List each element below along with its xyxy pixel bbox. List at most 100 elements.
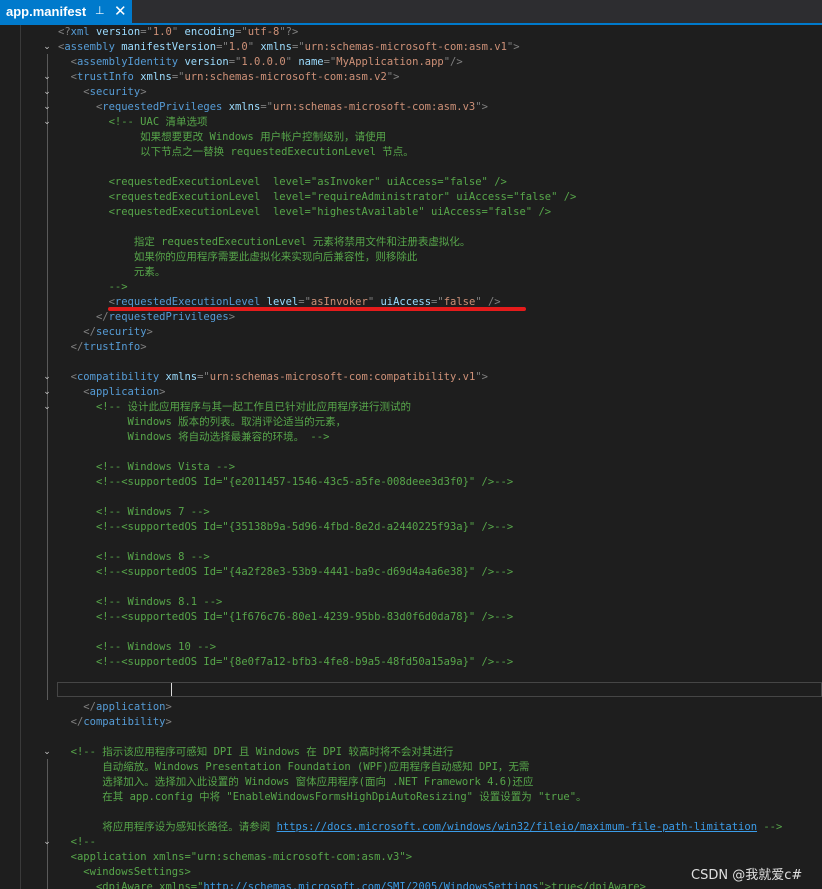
code-token: <!--<supportedOS Id="{8e0f7a12-bfb3-4fe8… bbox=[95, 656, 514, 668]
tab-app-manifest[interactable]: app.manifest ⊥ ✕ bbox=[0, 0, 132, 23]
code-line[interactable] bbox=[0, 220, 822, 235]
code-token: > bbox=[140, 341, 147, 353]
code-token: =" bbox=[197, 371, 210, 383]
code-line[interactable] bbox=[0, 730, 822, 745]
code-token: 选择加入。选择加入此设置的 Windows 窗体应用程序(面向 .NET Fra… bbox=[58, 776, 534, 788]
code-token: <!-- Windows Vista --> bbox=[95, 461, 236, 473]
code-line-text: 如果想要更改 Windows 用户帐户控制级别，请使用 bbox=[58, 130, 386, 145]
code-line[interactable] bbox=[0, 535, 822, 550]
code-editor[interactable]: <?xml version="1.0" encoding="utf-8"?> ⌄ <… bbox=[0, 25, 822, 889]
code-line[interactable]: 指定 requestedExecutionLevel 元素将禁用文件和注册表虚拟… bbox=[0, 235, 822, 250]
code-line[interactable] bbox=[0, 805, 822, 820]
code-line[interactable]: ⌄ <trustInfo xmlns="urn:schemas-microsof… bbox=[0, 70, 822, 85]
code-line[interactable]: <!--<supportedOS Id="{35138b9a-5d96-4fbd… bbox=[0, 520, 822, 535]
code-line[interactable]: <?xml version="1.0" encoding="utf-8"?> bbox=[0, 25, 822, 40]
code-line[interactable]: ⌄ <!-- 指示该应用程序可感知 DPI 且 Windows 在 DPI 较高… bbox=[0, 745, 822, 760]
code-line-text: <requestedExecutionLevel level="requireA… bbox=[58, 190, 577, 205]
code-line[interactable]: <!-- Windows 8 --> bbox=[0, 550, 822, 565]
code-token: =" bbox=[140, 26, 153, 38]
code-line[interactable]: 如果你的应用程序需要此虚拟化来实现向后兼容性，则移除此 bbox=[0, 250, 822, 265]
code-line[interactable]: </requestedPrivileges> bbox=[0, 310, 822, 325]
code-line[interactable]: Windows 将自动选择最兼容的环境。 --> bbox=[0, 430, 822, 445]
code-line[interactable]: Windows 版本的列表。取消评论适当的元素， bbox=[0, 415, 822, 430]
code-line-text: 指定 requestedExecutionLevel 元素将禁用文件和注册表虚拟… bbox=[58, 235, 471, 250]
code-line[interactable]: <requestedExecutionLevel level="asInvoke… bbox=[0, 295, 822, 310]
code-line[interactable]: <!--<supportedOS Id="{1f676c76-80e1-4239… bbox=[0, 610, 822, 625]
code-line[interactable]: <!--<supportedOS Id="{e2011457-1546-43c5… bbox=[0, 475, 822, 490]
code-line[interactable]: ⌄ <assembly manifestVersion="1.0" xmlns="… bbox=[0, 40, 822, 55]
fold-toggle-icon[interactable]: ⌄ bbox=[41, 70, 53, 85]
code-line[interactable]: ⌄ <application> bbox=[0, 385, 822, 400]
code-line[interactable]: <application xmlns="urn:schemas-microsof… bbox=[0, 850, 822, 865]
code-line[interactable] bbox=[0, 445, 822, 460]
code-token: version bbox=[95, 26, 141, 38]
code-token: /> bbox=[487, 296, 501, 308]
code-token: > bbox=[140, 86, 147, 98]
code-line-text: </trustInfo> bbox=[58, 340, 147, 355]
code-token: > bbox=[159, 386, 166, 398]
code-line[interactable]: ⌄ <!-- UAC 清单选项 bbox=[0, 115, 822, 130]
code-line[interactable]: </trustInfo> bbox=[0, 340, 822, 355]
code-line[interactable]: </application> bbox=[0, 700, 822, 715]
code-line[interactable]: ⌄ <requestedPrivileges xmlns="urn:schema… bbox=[0, 100, 822, 115]
code-line[interactable]: 如果想要更改 Windows 用户帐户控制级别，请使用 bbox=[0, 130, 822, 145]
code-token: utf-8 bbox=[247, 26, 280, 38]
code-line[interactable]: <!-- Windows 8.1 --> bbox=[0, 595, 822, 610]
code-line[interactable] bbox=[0, 670, 822, 685]
fold-toggle-icon[interactable]: ⌄ bbox=[41, 370, 53, 385]
code-line[interactable]: <!-- Windows 7 --> bbox=[0, 505, 822, 520]
fold-toggle-icon[interactable]: ⌄ bbox=[41, 400, 53, 415]
code-line[interactable]: ⌄ <security> bbox=[0, 85, 822, 100]
code-line[interactable]: <requestedExecutionLevel level="highestA… bbox=[0, 205, 822, 220]
document-tab-strip: app.manifest ⊥ ✕ bbox=[0, 0, 822, 25]
code-token: <!-- Windows 8.1 --> bbox=[95, 596, 223, 608]
code-line[interactable]: <!--<supportedOS Id="{8e0f7a12-bfb3-4fe8… bbox=[0, 655, 822, 670]
code-line[interactable]: <!--<supportedOS Id="{4a2f28e3-53b9-4441… bbox=[0, 565, 822, 580]
fold-toggle-icon[interactable]: ⌄ bbox=[41, 745, 53, 760]
code-line-text: <!-- Windows 10 --> bbox=[58, 640, 216, 655]
code-line[interactable] bbox=[0, 625, 822, 640]
code-line[interactable]: 以下节点之一替换 requestedExecutionLevel 节点。 bbox=[0, 145, 822, 160]
code-line[interactable] bbox=[0, 685, 822, 700]
code-line[interactable] bbox=[0, 580, 822, 595]
code-line[interactable]: <requestedExecutionLevel level="asInvoke… bbox=[0, 175, 822, 190]
code-token: trustInfo bbox=[83, 341, 141, 353]
code-line[interactable]: <!-- Windows 10 --> bbox=[0, 640, 822, 655]
code-line[interactable]: 在其 app.config 中将 "EnableWindowsFormsHigh… bbox=[0, 790, 822, 805]
code-line[interactable]: <requestedExecutionLevel level="requireA… bbox=[0, 190, 822, 205]
code-line[interactable]: <!-- Windows Vista --> bbox=[0, 460, 822, 475]
code-line[interactable]: --> bbox=[0, 280, 822, 295]
code-line[interactable]: </compatibility> bbox=[0, 715, 822, 730]
pin-icon[interactable]: ⊥ bbox=[95, 4, 105, 17]
code-token: <!--<supportedOS Id="{e2011457-1546-43c5… bbox=[95, 476, 514, 488]
fold-toggle-icon[interactable]: ⌄ bbox=[41, 835, 53, 850]
code-line[interactable]: 将应用程序设为感知长路径。请参阅 https://docs.microsoft.… bbox=[0, 820, 822, 835]
code-link[interactable]: https://docs.microsoft.com/windows/win32… bbox=[277, 821, 757, 833]
code-token: </ bbox=[70, 341, 84, 353]
code-line[interactable]: <assemblyIdentity version="1.0.0.0" name… bbox=[0, 55, 822, 70]
fold-toggle-icon[interactable]: ⌄ bbox=[41, 40, 53, 55]
fold-toggle-icon[interactable]: ⌄ bbox=[41, 100, 53, 115]
code-line[interactable]: </security> bbox=[0, 325, 822, 340]
code-line-text: <application xmlns="urn:schemas-microsof… bbox=[58, 850, 412, 865]
code-token: 自动缩放。Windows Presentation Foundation (WP… bbox=[58, 761, 530, 773]
code-link[interactable]: http://schemas.microsoft.com/SMI/2005/Wi… bbox=[203, 881, 538, 889]
code-line[interactable] bbox=[0, 490, 822, 505]
code-line[interactable]: ⌄ <!-- bbox=[0, 835, 822, 850]
fold-toggle-icon[interactable]: ⌄ bbox=[41, 85, 53, 100]
fold-toggle-icon[interactable]: ⌄ bbox=[41, 115, 53, 130]
code-line-text: <requestedPrivileges xmlns="urn:schemas-… bbox=[58, 100, 488, 115]
code-line[interactable] bbox=[0, 355, 822, 370]
fold-toggle-icon[interactable]: ⌄ bbox=[41, 385, 53, 400]
code-line[interactable]: 元素。 bbox=[0, 265, 822, 280]
code-token: <!-- 指示该应用程序可感知 DPI 且 Windows 在 DPI 较高时将… bbox=[70, 746, 454, 758]
code-line[interactable] bbox=[0, 160, 822, 175]
code-line[interactable]: ⌄ <!-- 设计此应用程序与其一起工作且已针对此应用程序进行测试的 bbox=[0, 400, 822, 415]
code-token: compatibility bbox=[76, 371, 160, 383]
code-line[interactable]: 自动缩放。Windows Presentation Foundation (WP… bbox=[0, 760, 822, 775]
close-icon[interactable]: ✕ bbox=[114, 2, 127, 20]
code-line[interactable]: 选择加入。选择加入此设置的 Windows 窗体应用程序(面向 .NET Fra… bbox=[0, 775, 822, 790]
code-token: xmlns bbox=[140, 71, 172, 83]
code-line[interactable]: ⌄ <compatibility xmlns="urn:schemas-micr… bbox=[0, 370, 822, 385]
